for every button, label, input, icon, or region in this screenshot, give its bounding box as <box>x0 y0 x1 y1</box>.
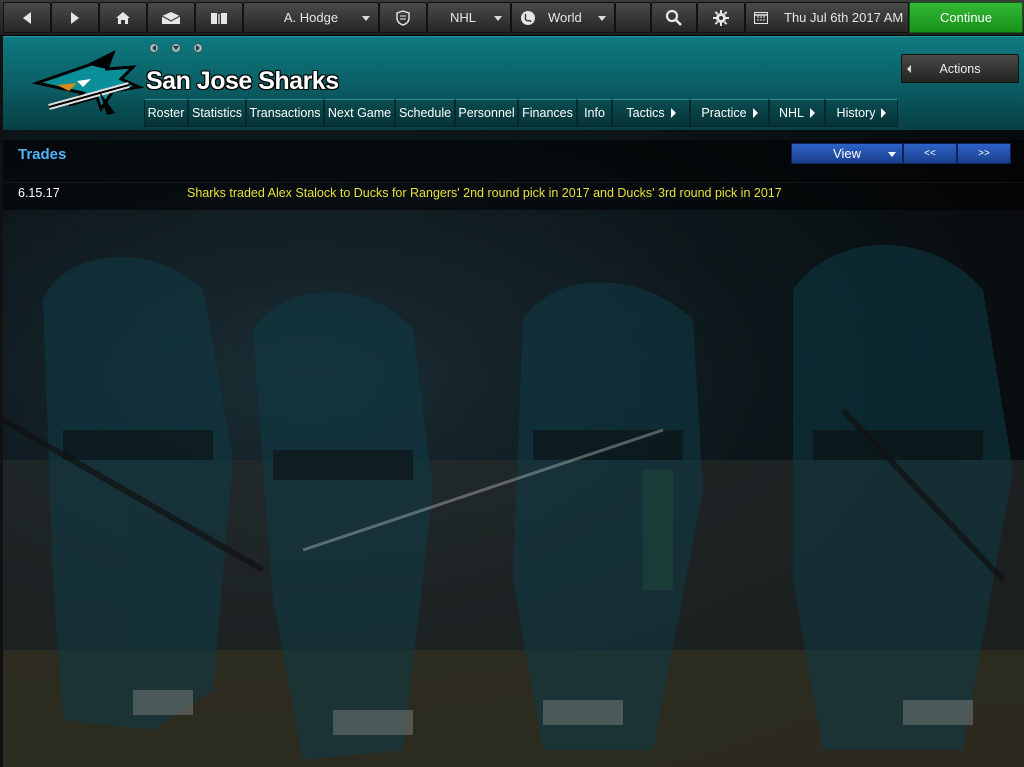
arrow-left-icon <box>23 11 31 24</box>
chevron-down-icon <box>598 16 606 21</box>
history-back-button[interactable] <box>149 43 159 53</box>
background-photo <box>3 245 1024 767</box>
back-button[interactable] <box>3 2 51 33</box>
tab-label: Tactics <box>626 106 665 120</box>
tab-roster[interactable]: Roster <box>144 99 188 127</box>
team-tabs: Roster Statistics Transactions Next Game… <box>144 99 898 127</box>
region-name: World <box>548 10 582 25</box>
forward-button[interactable] <box>51 2 99 33</box>
calendar-icon <box>754 11 768 24</box>
history-forward-button[interactable] <box>193 43 203 53</box>
manager-name: A. Hodge <box>283 10 339 25</box>
league-logo-button[interactable] <box>379 2 427 33</box>
tab-label: Schedule <box>398 106 452 120</box>
settings-button[interactable] <box>697 2 745 33</box>
home-button[interactable] <box>99 2 147 33</box>
tab-label: Info <box>584 106 605 120</box>
sharks-logo-icon <box>31 49 145 115</box>
nhl-shield-icon <box>396 9 410 26</box>
tab-schedule[interactable]: Schedule <box>395 99 455 127</box>
chevron-down-icon <box>173 46 179 50</box>
trade-description[interactable]: Sharks traded Alex Stalock to Ducks for … <box>187 186 782 200</box>
view-dropdown[interactable]: View <box>791 143 903 164</box>
tab-transactions[interactable]: Transactions <box>246 99 324 127</box>
search-icon <box>665 9 682 26</box>
section-title: Trades <box>18 146 67 163</box>
tab-personnel[interactable]: Personnel <box>455 99 518 127</box>
tab-next-game[interactable]: Next Game <box>324 99 395 127</box>
tab-label: History <box>836 106 876 120</box>
toolbar-spacer <box>615 2 651 33</box>
home-icon <box>116 11 130 24</box>
table-row[interactable]: 6.15.17 Sharks traded Alex Stalock to Du… <box>3 182 1024 206</box>
manager-dropdown[interactable]: A. Hodge <box>243 2 379 33</box>
chevron-right-icon <box>752 108 758 118</box>
calendar-date[interactable]: Thu Jul 6th 2017 AM <box>745 2 909 33</box>
chevron-down-icon <box>888 152 896 157</box>
tab-label: Roster <box>147 106 185 120</box>
league-name: NHL <box>449 10 476 25</box>
page-title: San Jose Sharks <box>146 67 339 95</box>
history-nav <box>149 43 203 53</box>
tab-label: Next Game <box>327 106 392 120</box>
inbox-button[interactable] <box>147 2 195 33</box>
chevron-down-icon <box>362 16 370 21</box>
tab-label: Statistics <box>192 106 243 120</box>
globe-icon <box>521 10 535 25</box>
tab-finances[interactable]: Finances <box>518 99 577 127</box>
prev-label: << <box>924 148 936 159</box>
arrow-left-icon <box>907 65 911 73</box>
tab-label: Transactions <box>249 106 321 120</box>
book-icon <box>211 12 227 24</box>
region-dropdown[interactable]: World <box>511 2 615 33</box>
tab-history[interactable]: History <box>825 99 898 127</box>
tab-tactics[interactable]: Tactics <box>612 99 690 127</box>
tab-statistics[interactable]: Statistics <box>188 99 246 127</box>
actions-label: Actions <box>939 61 981 76</box>
tab-nhl[interactable]: NHL <box>769 99 825 127</box>
tab-info[interactable]: Info <box>577 99 612 127</box>
mail-icon <box>161 11 181 24</box>
team-header: San Jose Sharks Actions Roster Statistic… <box>3 36 1024 130</box>
chevron-down-icon <box>494 16 502 21</box>
news-button[interactable] <box>195 2 243 33</box>
chevron-right-icon <box>810 108 815 118</box>
arrow-right-icon <box>196 45 200 51</box>
arrow-left-icon <box>152 45 156 51</box>
league-dropdown[interactable]: NHL <box>427 2 511 33</box>
next-page-button[interactable]: >> <box>957 143 1011 164</box>
history-list-button[interactable] <box>171 43 181 53</box>
current-date: Thu Jul 6th 2017 AM <box>784 10 904 25</box>
top-toolbar: A. Hodge NHL World Thu Jul 6th 2017 AM C… <box>0 0 1024 36</box>
next-label: >> <box>978 148 990 159</box>
trade-date: 6.15.17 <box>18 186 60 200</box>
actions-button[interactable]: Actions <box>901 54 1019 83</box>
tab-label: Practice <box>701 106 747 120</box>
continue-button[interactable]: Continue <box>909 2 1023 33</box>
tab-label: Finances <box>522 106 573 120</box>
gear-icon <box>713 9 729 26</box>
search-button[interactable] <box>651 2 697 33</box>
tab-label: Personnel <box>458 106 515 120</box>
main-content: Trades View << >> 6.15.17 Sharks traded … <box>3 130 1024 767</box>
continue-label: Continue <box>939 10 993 25</box>
tab-label: NHL <box>778 106 804 120</box>
view-label: View <box>833 146 861 161</box>
chevron-right-icon <box>670 108 676 118</box>
trades-panel: Trades View << >> 6.15.17 Sharks traded … <box>3 140 1024 210</box>
tab-practice[interactable]: Practice <box>690 99 769 127</box>
chevron-right-icon <box>881 108 887 118</box>
arrow-right-icon <box>71 11 79 24</box>
prev-page-button[interactable]: << <box>903 143 957 164</box>
